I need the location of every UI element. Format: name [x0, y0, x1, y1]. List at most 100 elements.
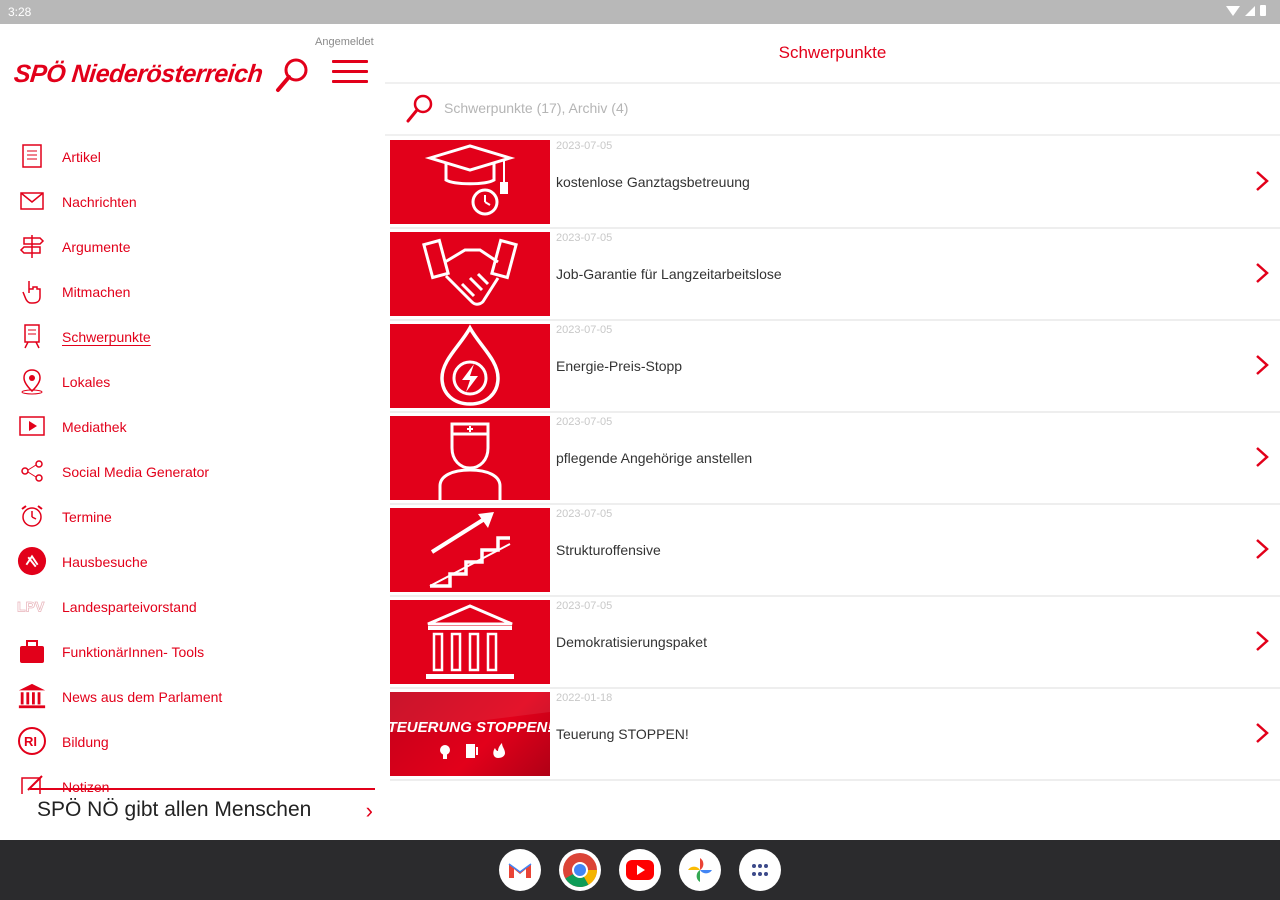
sidebar-item-label: FunktionärInnen- Tools — [62, 643, 205, 660]
wifi-icon — [1226, 6, 1240, 16]
lpv-logo-icon: LPV — [17, 591, 47, 621]
app-drawer-icon[interactable] — [739, 849, 781, 891]
item-date: 2023-07-05 — [556, 140, 613, 152]
svg-text:RI: RI — [24, 734, 37, 749]
signpost-icon — [17, 231, 47, 261]
graduation-cap-icon — [390, 140, 550, 224]
signal-icon — [1245, 5, 1255, 16]
location-pin-icon — [17, 366, 47, 396]
search-button[interactable] — [272, 56, 312, 96]
main-content: Schwerpunkte Schwerpunkte (17), Archiv (… — [385, 24, 1280, 840]
sidebar-item-label: Schwerpunkte — [62, 328, 151, 345]
status-time: 3:28 — [8, 5, 32, 19]
item-title: pflegende Angehörige anstellen — [556, 450, 753, 466]
chevron-right-icon — [1256, 631, 1269, 651]
chevron-right-icon — [1256, 263, 1269, 283]
sidebar-item-mitmachen[interactable]: Mitmachen — [0, 269, 385, 314]
chevron-right-icon — [1256, 355, 1269, 375]
sidebar-item-label: Argumente — [62, 238, 131, 255]
search-bar[interactable]: Schwerpunkte (17), Archiv (4) — [385, 84, 1280, 136]
item-title: Demokratisierungspaket — [556, 634, 707, 650]
youtube-icon[interactable] — [619, 849, 661, 891]
sidebar-item-landesparteivorstand[interactable]: LPV Landesparteivorstand — [0, 584, 385, 629]
sidebar-item-news-parlament[interactable]: News aus dem Parlament — [0, 674, 385, 719]
sidebar-item-label: Bildung — [62, 733, 109, 750]
item-title: Teuerung STOPPEN! — [556, 726, 689, 742]
search-input[interactable]: Schwerpunkte (17), Archiv (4) — [444, 100, 628, 116]
chevron-right-icon — [1256, 171, 1269, 191]
sidebar-item-nachrichten[interactable]: Nachrichten — [0, 179, 385, 224]
banner-text: TEUERUNG STOPPEN! — [390, 719, 550, 736]
chrome-icon[interactable] — [559, 849, 601, 891]
article-icon — [17, 141, 47, 171]
list-item[interactable]: TEUERUNG STOPPEN! 2022-01-18 Teuerung ST… — [385, 692, 1280, 784]
sidebar-item-label: Nachrichten — [62, 193, 137, 210]
toolbox-icon — [17, 636, 47, 666]
alarm-clock-icon — [17, 501, 47, 531]
teuerung-banner: TEUERUNG STOPPEN! — [390, 692, 550, 776]
list-item[interactable]: 2023-07-05 kostenlose Ganztagsbetreuung — [385, 140, 1280, 232]
item-date: 2023-07-05 — [556, 600, 613, 612]
chevron-right-icon: › — [365, 798, 373, 823]
share-network-icon — [17, 456, 47, 486]
photos-icon[interactable] — [679, 849, 721, 891]
sidebar-item-label: Mitmachen — [62, 283, 131, 300]
sidebar-item-social-media-generator[interactable]: Social Media Generator — [0, 449, 385, 494]
list-item[interactable]: 2023-07-05 Demokratisierungspaket — [385, 600, 1280, 692]
chevron-right-icon — [1256, 723, 1269, 743]
sidebar-item-artikel[interactable]: Artikel — [0, 134, 385, 179]
item-title: Job-Garantie für Langzeitarbeitslose — [556, 266, 782, 282]
sidebar-item-argumente[interactable]: Argumente — [0, 224, 385, 269]
house-visit-icon — [17, 546, 47, 576]
sidebar-item-label: Mediathek — [62, 418, 127, 435]
sidebar-item-label: Hausbesuche — [62, 553, 148, 570]
sidebar-item-label: News aus dem Parlament — [62, 688, 223, 705]
login-status-label: Angemeldet — [315, 36, 374, 48]
stairs-arrow-icon — [390, 508, 550, 592]
presentation-board-icon — [17, 321, 47, 351]
item-date: 2023-07-05 — [556, 232, 613, 244]
sidebar-nav: Artikel Nachrichten Argumente Mitmachen … — [0, 134, 385, 794]
sidebar-item-label: Landesparteivorstand — [62, 598, 197, 615]
list-item[interactable]: 2023-07-05 Job-Garantie für Langzeitarbe… — [385, 232, 1280, 324]
item-title: Energie-Preis-Stopp — [556, 358, 683, 374]
search-icon — [276, 58, 308, 92]
parliament-icon — [17, 681, 47, 711]
battery-icon — [1260, 5, 1266, 16]
item-title: Strukturoffensive — [556, 542, 661, 558]
energy-drop-icon — [390, 324, 550, 408]
sidebar-item-bildung[interactable]: RI Bildung — [0, 719, 385, 764]
list-item[interactable]: 2023-07-05 pflegende Angehörige anstelle… — [385, 416, 1280, 508]
sidebar-item-label: Artikel — [62, 148, 101, 165]
sidebar-item-hausbesuche[interactable]: Hausbesuche — [0, 539, 385, 584]
hand-pointer-icon — [17, 276, 47, 306]
sidebar-item-schwerpunkte[interactable]: Schwerpunkte — [0, 314, 385, 359]
handshake-icon — [390, 232, 550, 316]
gmail-icon[interactable] — [499, 849, 541, 891]
chevron-right-icon — [1256, 447, 1269, 467]
sidebar-item-termine[interactable]: Termine — [0, 494, 385, 539]
search-icon — [406, 94, 433, 123]
ticker-text: SPÖ NÖ gibt allen Menschen — [37, 798, 312, 821]
parliament-building-icon — [390, 600, 550, 684]
sidebar-item-label: Social Media Generator — [62, 463, 210, 480]
menu-icon — [332, 60, 368, 63]
mail-icon — [17, 186, 47, 216]
news-ticker[interactable]: SPÖ NÖ gibt allen Menschen › — [30, 788, 375, 828]
sidebar-item-mediathek[interactable]: Mediathek — [0, 404, 385, 449]
list-item[interactable]: 2023-07-05 Strukturoffensive — [385, 508, 1280, 600]
sidebar-item-label: Termine — [62, 508, 112, 525]
app-logo: SPÖ Niederösterreich — [12, 60, 264, 88]
svg-text:LPV: LPV — [17, 599, 45, 615]
status-bar: 3:28 — [0, 0, 1280, 24]
sidebar: Angemeldet SPÖ Niederösterreich Artikel … — [0, 24, 385, 840]
education-logo-icon: RI — [17, 726, 47, 756]
hamburger-menu-button[interactable] — [332, 60, 368, 90]
item-date: 2022-01-18 — [556, 692, 613, 704]
list-item[interactable]: 2023-07-05 Energie-Preis-Stopp — [385, 324, 1280, 416]
item-date: 2023-07-05 — [556, 416, 613, 428]
sidebar-item-lokales[interactable]: Lokales — [0, 359, 385, 404]
sidebar-item-funktionaerinnen-tools[interactable]: FunktionärInnen- Tools — [0, 629, 385, 674]
schwerpunkte-list: 2023-07-05 kostenlose Ganztagsbetreuung … — [385, 140, 1280, 784]
page-title: Schwerpunkte — [778, 43, 887, 62]
